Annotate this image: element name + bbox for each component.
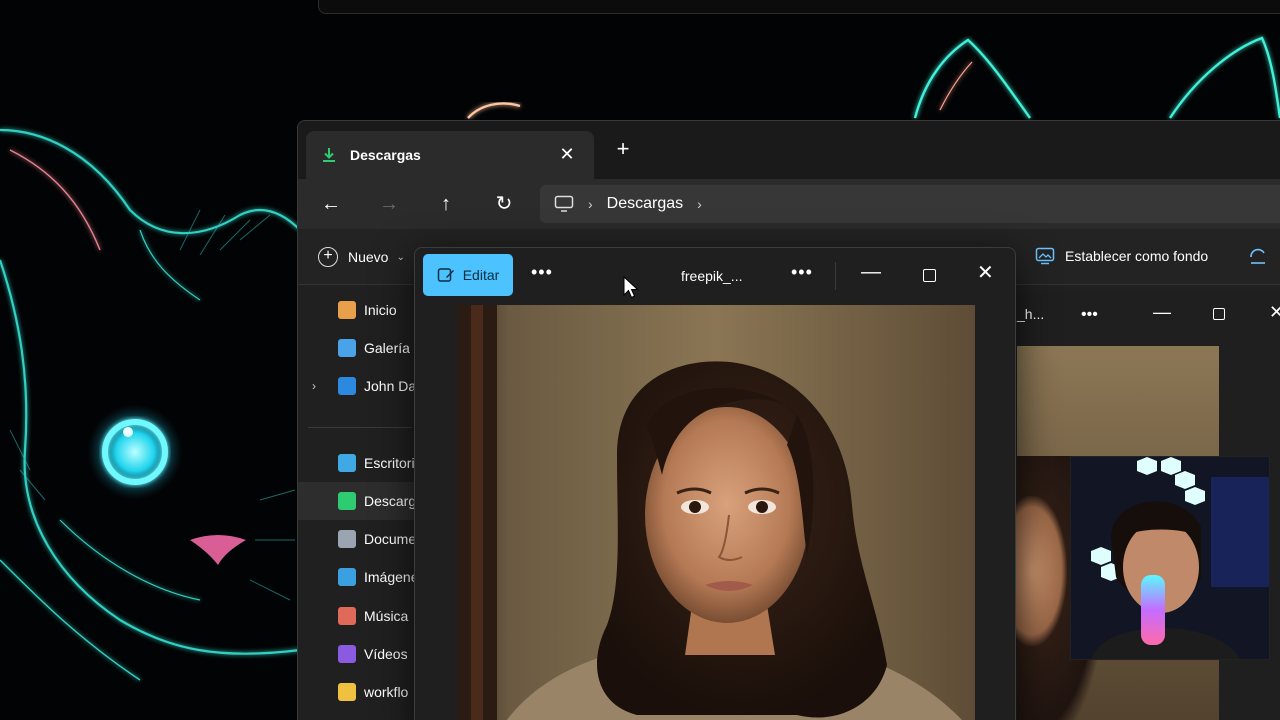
webcam-feed	[1071, 457, 1269, 659]
close-icon[interactable]: ✕	[977, 262, 994, 284]
sidebar-item-label: Galería	[364, 340, 410, 356]
chevron-down-icon: ⌄	[396, 251, 405, 263]
sidebar-item-videos[interactable]: Vídeos	[298, 635, 416, 673]
edit-label: Editar	[462, 267, 500, 283]
titlebar-divider	[835, 262, 836, 290]
sidebar-item-label: Docume	[364, 531, 416, 547]
sidebar-item-pictures[interactable]: Imágene	[298, 558, 416, 596]
sidebar-item-gallery[interactable]: Galería	[298, 329, 416, 367]
forward-arrow-icon[interactable]: →	[376, 191, 402, 217]
music-icon	[338, 607, 356, 625]
home-icon	[338, 301, 356, 319]
folder-icon	[338, 683, 356, 701]
wallpaper-icon	[1035, 247, 1055, 265]
cat-eye-glow	[87, 404, 183, 500]
mouse-cursor-icon	[623, 276, 639, 299]
breadcrumb-chevron-icon[interactable]: ›	[697, 196, 702, 212]
sidebar-item-label: workflo	[364, 684, 409, 700]
new-label: Nuevo	[348, 249, 389, 265]
tab-close-icon[interactable]: ✕	[556, 143, 578, 165]
streamer-webcam-overlay	[1070, 456, 1270, 660]
document-icon	[338, 530, 356, 548]
viewer-more-icon[interactable]: •••	[531, 262, 553, 283]
portrait-photo	[457, 305, 975, 720]
back-viewer-more-icon[interactable]: •••	[1081, 306, 1098, 324]
new-button[interactable]: + Nuevo ⌄	[318, 247, 405, 267]
sidebar-item-label: John Da	[364, 378, 416, 394]
sidebar-divider	[308, 427, 412, 428]
background-window-edge	[318, 0, 1280, 14]
explorer-nav-bar: ← → ↑ ↻ › Descargas ›	[298, 179, 1280, 229]
set-as-wallpaper-button[interactable]: Establecer como fondo	[1035, 247, 1208, 265]
plus-circle-icon: +	[318, 247, 338, 267]
gallery-icon	[338, 339, 356, 357]
sidebar-item-label: Vídeos	[364, 646, 408, 662]
viewer-file-title: freepik_...	[681, 268, 743, 284]
this-pc-monitor-icon	[554, 195, 574, 212]
sidebar-item-label: Escritori	[364, 455, 415, 471]
sidebar-item-desktop[interactable]: Escritori	[298, 444, 416, 482]
tab-descargas[interactable]: Descargas ✕	[306, 131, 594, 179]
download-icon	[338, 492, 356, 510]
portrait-illustration	[457, 305, 975, 720]
back-viewer-title: _h...	[1017, 306, 1045, 322]
back-viewer-maximize-icon[interactable]	[1213, 308, 1225, 320]
tab-label: Descargas	[350, 147, 421, 163]
rotate-icon[interactable]	[1248, 247, 1268, 267]
sidebar-item-label: Imágene	[364, 569, 416, 585]
edit-button[interactable]: Editar	[423, 254, 513, 296]
sidebar-item-folder[interactable]: workflo	[298, 673, 416, 711]
sidebar-item-label: Inicio	[364, 302, 397, 318]
breadcrumb-descargas[interactable]: Descargas	[607, 195, 683, 213]
sidebar-item-label: Descarg	[364, 493, 416, 509]
photo-viewer-window: Editar ••• freepik_... ••• — ✕	[414, 247, 1016, 720]
new-tab-button[interactable]: +	[612, 138, 634, 161]
sidebar-item-label: Música	[364, 608, 409, 624]
edit-image-icon	[437, 268, 454, 282]
onedrive-cloud-icon	[338, 377, 356, 395]
viewer-options-icon[interactable]: •••	[791, 262, 813, 283]
minimize-icon[interactable]: —	[861, 262, 881, 282]
back-viewer-close-icon[interactable]: ✕	[1269, 302, 1280, 323]
download-icon	[323, 148, 335, 162]
address-bar[interactable]: › Descargas ›	[540, 185, 1280, 223]
sidebar-item-music[interactable]: Música	[298, 597, 416, 635]
expand-chevron-icon[interactable]: ›	[312, 379, 316, 393]
pictures-icon	[338, 568, 356, 586]
maximize-icon[interactable]	[923, 269, 936, 282]
sidebar-item-document[interactable]: Docume	[298, 520, 416, 558]
refresh-icon[interactable]: ↻	[491, 191, 517, 217]
videos-icon	[338, 645, 356, 663]
set-as-wallpaper-label: Establecer como fondo	[1065, 248, 1209, 264]
sidebar-item-download[interactable]: Descarg	[298, 482, 416, 520]
back-viewer-minimize-icon[interactable]: —	[1153, 302, 1171, 323]
sidebar-item-onedrive-cloud[interactable]: › John Da	[298, 367, 416, 405]
navigation-pane: Inicio Galería › John Da Escritori Descarg Doc…	[298, 285, 418, 720]
back-arrow-icon[interactable]: ←	[318, 191, 344, 217]
breadcrumb-separator-icon: ›	[588, 196, 593, 212]
sidebar-item-home[interactable]: Inicio	[298, 291, 416, 329]
explorer-tab-bar: Descargas ✕ +	[298, 121, 1280, 179]
desktop-icon	[338, 454, 356, 472]
up-arrow-icon[interactable]: ↑	[433, 191, 459, 217]
